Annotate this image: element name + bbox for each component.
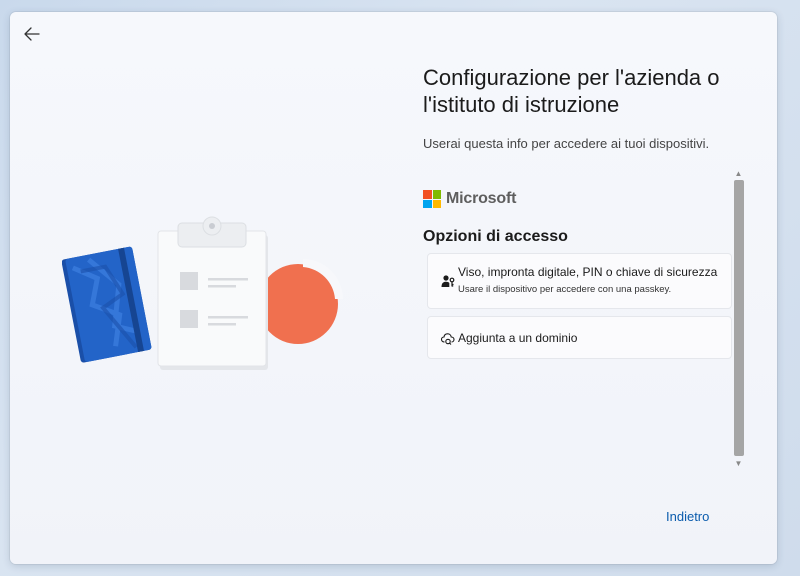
signin-options-heading: Opzioni di accesso [423, 228, 568, 245]
notebook-illustration [61, 246, 152, 363]
microsoft-logo-icon [423, 190, 441, 208]
microsoft-logo: Microsoft [423, 190, 516, 208]
clipboard-illustration [157, 216, 268, 370]
vertical-scrollbar[interactable]: ▲ ▼ [732, 167, 745, 469]
arrow-left-icon[interactable] [22, 24, 42, 44]
option-passkey-description: Usare il dispositivo per accedere con un… [458, 284, 672, 295]
scroll-down-icon[interactable]: ▼ [732, 457, 745, 469]
page-title: Configurazione per l'azienda o l'istitut… [423, 65, 720, 117]
back-button[interactable]: Indietro [666, 509, 709, 524]
logo-square-green [432, 190, 441, 199]
setup-window: Configurazione per l'azienda o l'istitut… [10, 12, 777, 564]
cloud-domain-icon [440, 330, 456, 346]
option-passkey[interactable]: Viso, impronta digitale, PIN o chiave di… [427, 253, 732, 309]
scroll-up-icon[interactable]: ▲ [732, 167, 745, 179]
option-domain-join-title: Aggiunta a un dominio [458, 331, 578, 345]
logo-square-red [423, 190, 432, 199]
illustration [61, 207, 352, 377]
content-pane: Configurazione per l'azienda o l'istitut… [423, 12, 753, 564]
scrollbar-thumb[interactable] [734, 180, 744, 456]
page-subtitle: Userai questa info per accedere ai tuoi … [423, 136, 710, 151]
option-domain-join[interactable]: Aggiunta a un dominio [427, 316, 732, 359]
pie-chart-illustration [258, 259, 343, 344]
microsoft-wordmark: Microsoft [446, 190, 517, 207]
person-key-icon [440, 273, 456, 289]
options-scroll-area[interactable]: Microsoft Opzioni di accesso Viso, impro… [423, 167, 745, 469]
option-passkey-title: Viso, impronta digitale, PIN o chiave di… [458, 265, 718, 279]
logo-square-blue [423, 199, 432, 208]
logo-square-yellow [432, 199, 441, 208]
